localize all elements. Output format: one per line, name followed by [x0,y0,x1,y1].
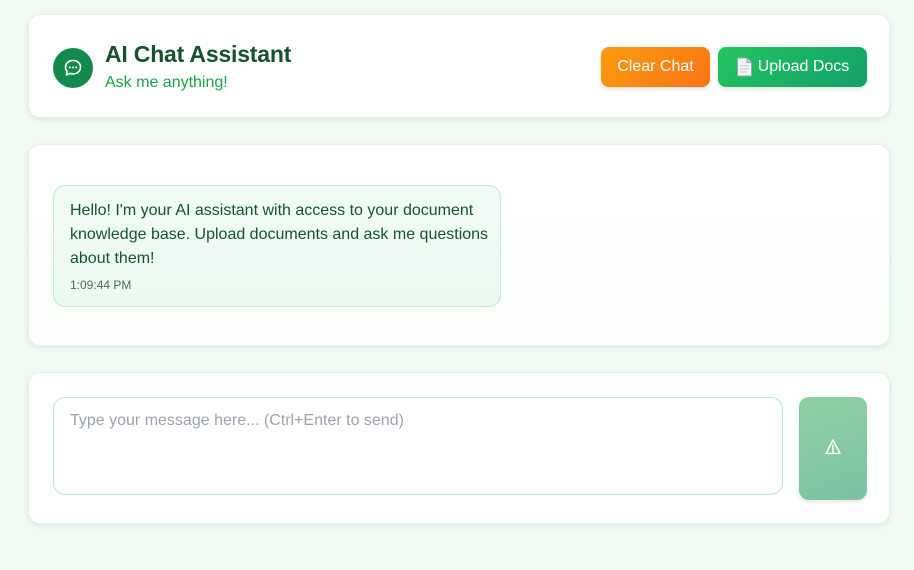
message-input[interactable] [53,397,783,495]
app-subtitle: Ask me anything! [105,74,228,91]
clear-chat-label: Clear Chat [617,58,694,75]
message-timestamp: 1:09:44 PM [70,278,132,292]
assistant-message: Hello! I'm your AI assistant with access… [53,185,501,307]
app-title: AI Chat Assistant [105,41,292,67]
send-button[interactable] [799,397,867,500]
clear-chat-button[interactable]: Clear Chat [601,47,710,87]
message-composer [28,372,890,524]
upload-docs-button[interactable]: Upload Docs [718,47,867,87]
document-icon [736,57,753,77]
send-icon [824,438,842,459]
upload-docs-label: Upload Docs [757,58,850,75]
chat-bubble-icon [53,48,93,88]
message-list[interactable]: Hello! I'm your AI assistant with access… [28,144,890,346]
chat-header: AI Chat Assistant Ask me anything! Clear… [28,14,890,118]
message-text: Hello! I'm your AI assistant with access… [70,202,489,267]
